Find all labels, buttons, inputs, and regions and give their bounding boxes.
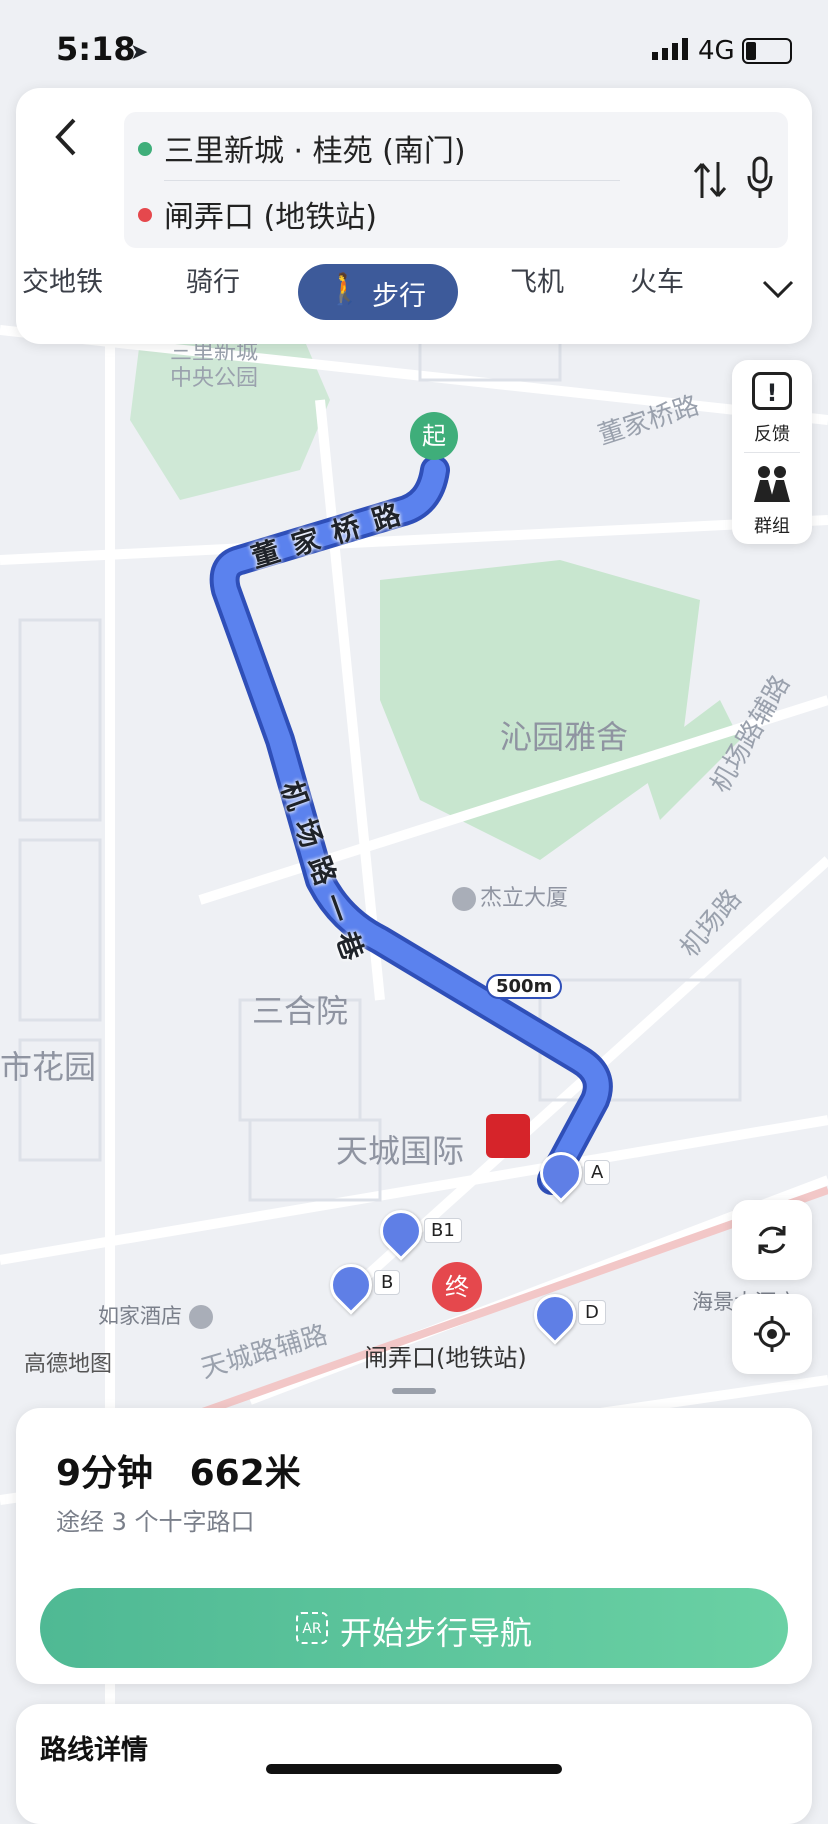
back-icon[interactable] (46, 112, 86, 162)
home-indicator (266, 1764, 562, 1774)
scale-badge: 500m (486, 974, 563, 999)
park-label: 三里新城 中央公园 (170, 340, 259, 391)
jieli-label: 杰立大厦 (452, 880, 568, 912)
amap-brand-label: 高德地图 (24, 1352, 113, 1377)
locate-icon (752, 1314, 792, 1354)
distance-text: 662米 (189, 1453, 301, 1494)
station-label: 闸弄口(地铁站) (364, 1344, 527, 1372)
end-marker[interactable]: 终 (432, 1262, 482, 1312)
exit-tag-b1: B1 (424, 1218, 462, 1243)
destination-dot (138, 208, 152, 222)
origin-field[interactable]: 三里新城 · 桂苑 (南门) (164, 126, 466, 170)
ar-icon: AR (296, 1612, 328, 1644)
exit-tag-a: A (584, 1160, 611, 1185)
location-arrow-icon: ➤ (130, 40, 149, 65)
route-summary-card: 9分钟 662米 途经 3 个十字路口 AR 开始步行导航 (16, 1408, 812, 1684)
sanheyuan-label: 三合院 (252, 992, 349, 1030)
tab-walking[interactable]: 🚶 步行 (298, 264, 458, 320)
start-navigation-button[interactable]: AR 开始步行导航 (40, 1588, 788, 1668)
route-search-card: 三里新城 · 桂苑 (南门) 闸弄口 (地铁站) 交地铁 骑行 🚶 步行 飞机 … (16, 88, 812, 344)
poi-icon (452, 887, 476, 911)
exit-tag-b: B (374, 1270, 401, 1295)
group-icon (750, 464, 794, 504)
locate-button[interactable] (732, 1294, 812, 1374)
city-garden-label: 市花园 (0, 1048, 97, 1086)
walking-icon: 🚶 (326, 272, 364, 307)
side-tools: ! 反馈 群组 (732, 360, 812, 544)
group-label: 群组 (754, 516, 790, 537)
battery-icon (742, 38, 792, 64)
chevron-down-icon[interactable] (758, 274, 798, 304)
hotel-text: 如家酒店 (98, 1304, 182, 1328)
feedback-button[interactable]: ! 反馈 (732, 360, 812, 452)
route-note: 途经 3 个十字路口 (56, 1508, 255, 1536)
start-marker[interactable]: 起 (410, 412, 458, 460)
feedback-icon: ! (752, 372, 792, 410)
route-divider (164, 180, 620, 181)
status-bar: 5:18 ➤ 4G (0, 0, 828, 90)
start-navigation-label: 开始步行导航 (340, 1614, 533, 1652)
feedback-label: 反馈 (754, 424, 790, 445)
tab-flight[interactable]: 飞机 (510, 260, 564, 299)
hotel-label: 如家酒店 (98, 1300, 213, 1330)
jieli-text: 杰立大厦 (480, 886, 569, 911)
destination-field[interactable]: 闸弄口 (地铁站) (164, 192, 377, 236)
signal-icon (652, 38, 692, 60)
route-input-box: 三里新城 · 桂苑 (南门) 闸弄口 (地铁站) (124, 112, 788, 248)
kfc-icon (486, 1114, 530, 1158)
exit-tag-d: D (578, 1300, 606, 1325)
hotel-icon (188, 1305, 213, 1329)
details-title: 路线详情 (40, 1735, 148, 1766)
qinyuan-label: 沁园雅舍 (500, 718, 629, 756)
tab-transit[interactable]: 交地铁 (22, 260, 103, 299)
group-button[interactable]: 群组 (732, 452, 812, 544)
refresh-button[interactable] (732, 1200, 812, 1280)
tab-train[interactable]: 火车 (630, 260, 684, 299)
route-metrics: 9分钟 662米 (56, 1444, 301, 1496)
microphone-icon[interactable] (744, 154, 776, 204)
origin-dot (138, 142, 152, 156)
swap-icon[interactable] (692, 156, 728, 204)
network-label: 4G (698, 36, 735, 66)
tiancheng-label: 天城国际 (336, 1132, 465, 1170)
duration-text: 9分钟 (56, 1453, 154, 1494)
tab-cycling[interactable]: 骑行 (186, 260, 240, 299)
status-time: 5:18 (56, 30, 136, 68)
sheet-handle[interactable] (392, 1388, 436, 1394)
refresh-icon (752, 1220, 792, 1260)
tab-walking-label: 步行 (372, 281, 426, 312)
